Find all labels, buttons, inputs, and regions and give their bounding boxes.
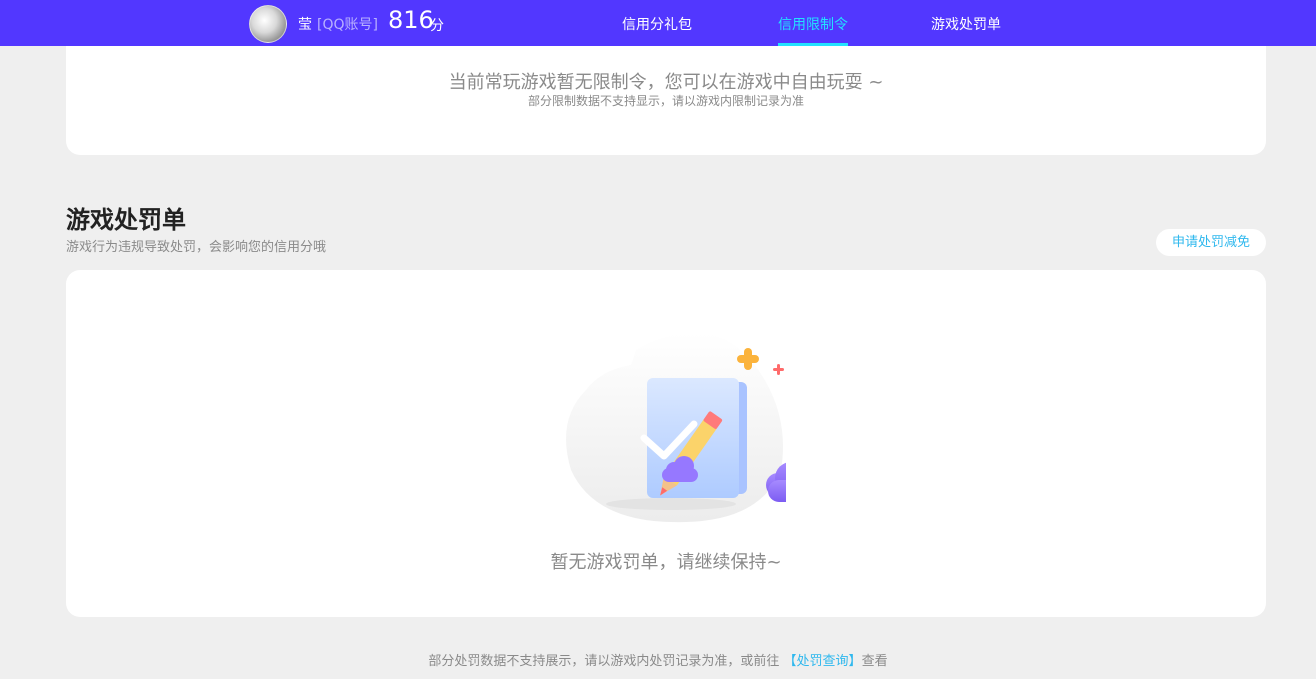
- tab-credit-gift[interactable]: 信用分礼包: [622, 14, 692, 34]
- footer-text-end: 查看: [861, 654, 888, 669]
- tab-credit-restriction[interactable]: 信用限制令: [778, 14, 848, 34]
- footer-text: 部分处罚数据不支持展示，请以游戏内处罚记录为准，或前往: [428, 654, 784, 669]
- score-unit: 分: [430, 18, 444, 34]
- penalty-query-link[interactable]: 【处罚查询】: [784, 654, 862, 669]
- empty-message: 暂无游戏罚单，请继续保持~: [550, 552, 782, 573]
- footer-note: 部分处罚数据不支持展示，请以游戏内处罚记录为准，或前往 【处罚查询】查看: [0, 650, 1316, 669]
- restriction-note: 部分限制数据不支持显示，请以游戏内限制记录为准: [527, 94, 804, 108]
- active-tab-indicator: [778, 43, 848, 46]
- restriction-message: 当前常玩游戏暂无限制令，您可以在游戏中自由玩耍 ~: [448, 72, 884, 93]
- empty-state-illustration: [566, 332, 786, 523]
- account-type: [QQ账号]: [317, 17, 378, 33]
- username: 莹: [298, 17, 312, 33]
- appeal-penalty-button[interactable]: 申请处罚减免: [1156, 229, 1266, 256]
- tab-game-penalty[interactable]: 游戏处罚单: [931, 14, 1001, 34]
- top-nav-bar: 莹 [QQ账号] 816 分 信用分礼包 信用限制令 游戏处罚单: [0, 0, 1316, 46]
- credit-score: 816: [388, 6, 434, 34]
- penalty-card: 暂无游戏罚单，请继续保持~: [66, 270, 1266, 617]
- avatar[interactable]: [249, 5, 287, 43]
- section-subtitle: 游戏行为违规导致处罚，会影响您的信用分哦: [66, 240, 327, 255]
- section-title: 游戏处罚单: [66, 206, 186, 234]
